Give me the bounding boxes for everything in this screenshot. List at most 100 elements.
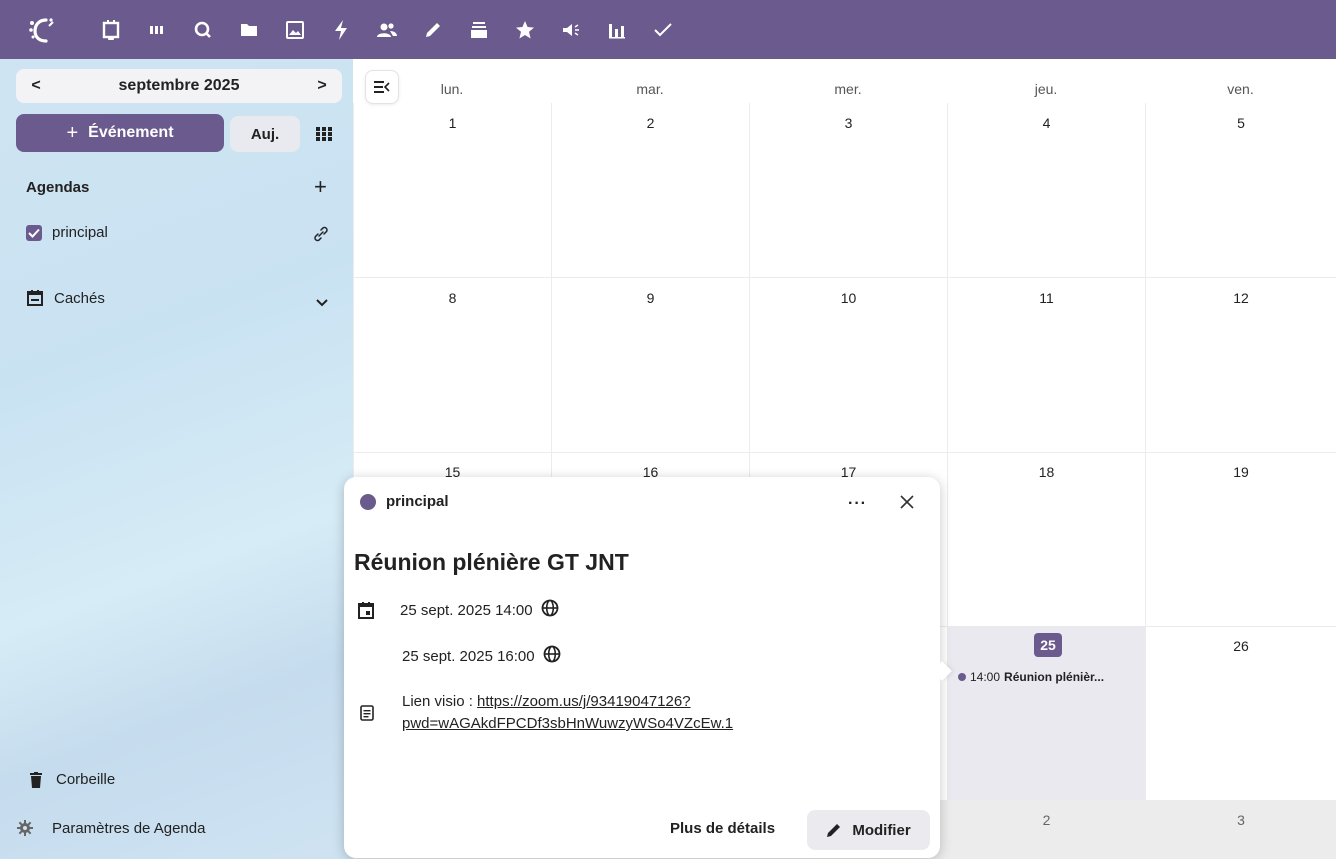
announcements-app-icon[interactable] [548, 0, 594, 59]
checkbox-icon[interactable] [26, 224, 42, 241]
day-cell[interactable]: 18 [947, 452, 1145, 627]
day-number[interactable]: 2 [552, 115, 749, 131]
day-number[interactable]: 19 [1146, 464, 1336, 480]
popover-calendar-name: principal [386, 493, 449, 510]
notes-app-icon[interactable] [410, 0, 456, 59]
zoom-link-cont[interactable]: pwd=wAGAkdFPCDf3sbHnWuwzyWSo4VZcEw.1 [402, 715, 733, 732]
event-title: Réunion plénière GT JNT [354, 549, 629, 575]
today-date-badge[interactable]: 25 [1034, 633, 1062, 657]
hidden-label: Cachés [54, 289, 105, 307]
modify-label: Modifier [852, 821, 911, 839]
calendar-minus-icon [27, 290, 43, 306]
day-header: mer. [834, 81, 862, 97]
calendar-name: principal [52, 224, 108, 241]
event-start-row: 25 sept. 2025 14:00 [358, 599, 559, 621]
event-time: 14:00 [970, 670, 1001, 684]
day-cell[interactable]: 3 [749, 103, 947, 278]
day-number[interactable]: 12 [1146, 290, 1336, 306]
event-end: 25 sept. 2025 16:00 [402, 647, 535, 665]
more-actions-button[interactable]: ··· [848, 495, 867, 513]
more-details-button[interactable]: Plus de détails [670, 820, 775, 837]
zoom-link[interactable]: https://zoom.us/j/93419047126? [477, 693, 691, 710]
prev-month-button[interactable]: < [16, 69, 56, 103]
globe-icon[interactable] [541, 599, 559, 621]
top-bar [0, 0, 1336, 59]
day-number[interactable]: 11 [948, 290, 1145, 306]
calendar-icon [358, 602, 374, 619]
add-calendar-button[interactable]: + [314, 174, 327, 200]
day-number[interactable]: 8 [354, 290, 551, 306]
event-popover: principal ··· Réunion plénière GT JNT 25… [344, 477, 952, 858]
calendar-item-principal[interactable]: principal [26, 224, 108, 241]
trash-button[interactable]: Corbeille [30, 771, 115, 788]
day-number[interactable]: 4 [948, 115, 1145, 131]
day-cell[interactable]: 12 [1145, 278, 1336, 453]
day-cell[interactable]: 2 [551, 103, 749, 278]
day-cell[interactable]: 9 [551, 278, 749, 453]
gear-icon [17, 820, 33, 836]
calendar-color-dot [360, 493, 376, 510]
day-number[interactable]: 2 [948, 812, 1145, 828]
day-cell[interactable]: 25 14:00 Réunion plénièr... [947, 626, 1145, 801]
day-cell[interactable]: 1 [353, 103, 551, 278]
view-grid-icon[interactable] [310, 119, 338, 149]
event-chip[interactable]: 14:00 Réunion plénièr... [958, 670, 1104, 684]
day-header: ven. [1227, 81, 1254, 97]
settings-button[interactable]: Paramètres de Agenda [16, 819, 205, 837]
description-prefix: Lien visio : [402, 693, 478, 710]
new-event-label: Événement [88, 124, 174, 141]
popover-calendar: principal [360, 493, 449, 510]
day-number[interactable]: 3 [1146, 812, 1336, 828]
deck-app-icon[interactable] [134, 0, 180, 59]
share-link-icon[interactable] [312, 225, 330, 248]
month-navigator: < septembre 2025 > [16, 69, 342, 103]
day-cell[interactable]: 4 [947, 103, 1145, 278]
settings-label: Paramètres de Agenda [52, 819, 206, 837]
sidebar: < septembre 2025 > + Événement Auj. Agen… [0, 59, 353, 859]
trash-icon [30, 771, 42, 788]
day-cell[interactable]: 19 [1145, 452, 1336, 627]
globe-icon[interactable] [543, 645, 561, 667]
day-cell[interactable]: 2 [947, 800, 1145, 859]
event-title-short: Réunion plénièr... [1004, 670, 1105, 684]
day-cell[interactable]: 3 [1145, 800, 1336, 859]
files-app-icon[interactable] [226, 0, 272, 59]
next-month-button[interactable]: > [302, 69, 342, 103]
analytics-app-icon[interactable] [594, 0, 640, 59]
photos-app-icon[interactable] [272, 0, 318, 59]
plus-icon: + [66, 121, 79, 144]
day-number[interactable]: 18 [948, 464, 1145, 480]
day-number[interactable]: 5 [1146, 115, 1336, 131]
modify-button[interactable]: Modifier [807, 810, 930, 850]
tables-app-icon[interactable] [456, 0, 502, 59]
day-number[interactable]: 10 [750, 290, 947, 306]
day-header: mar. [636, 81, 664, 97]
trash-label: Corbeille [56, 771, 116, 788]
search-app-icon[interactable] [180, 0, 226, 59]
day-number[interactable]: 1 [354, 115, 551, 131]
day-cell[interactable]: 5 [1145, 103, 1336, 278]
today-button[interactable]: Auj. [230, 116, 300, 152]
hidden-calendars-toggle[interactable]: Cachés [26, 289, 105, 307]
calendar-app-icon[interactable] [88, 0, 134, 59]
event-dot [958, 673, 966, 681]
description-icon [360, 705, 374, 726]
month-label[interactable]: septembre 2025 [56, 77, 302, 95]
logo-icon[interactable] [0, 0, 80, 59]
activity-app-icon[interactable] [318, 0, 364, 59]
day-number[interactable]: 3 [750, 115, 947, 131]
new-event-button[interactable]: + Événement [16, 114, 224, 152]
day-number[interactable]: 9 [552, 290, 749, 306]
day-cell[interactable]: 26 [1145, 626, 1336, 801]
tasks-app-icon[interactable] [640, 0, 686, 59]
event-description: Lien visio : https://zoom.us/j/934190471… [402, 691, 733, 735]
day-cell[interactable]: 11 [947, 278, 1145, 453]
calendars-title: Agendas [26, 179, 90, 196]
day-cell[interactable]: 8 [353, 278, 551, 453]
day-cell[interactable]: 10 [749, 278, 947, 453]
chevron-down-icon[interactable] [316, 294, 328, 312]
favorites-app-icon[interactable] [502, 0, 548, 59]
close-icon[interactable] [900, 495, 914, 514]
day-number[interactable]: 26 [1146, 638, 1336, 654]
contacts-app-icon[interactable] [364, 0, 410, 59]
